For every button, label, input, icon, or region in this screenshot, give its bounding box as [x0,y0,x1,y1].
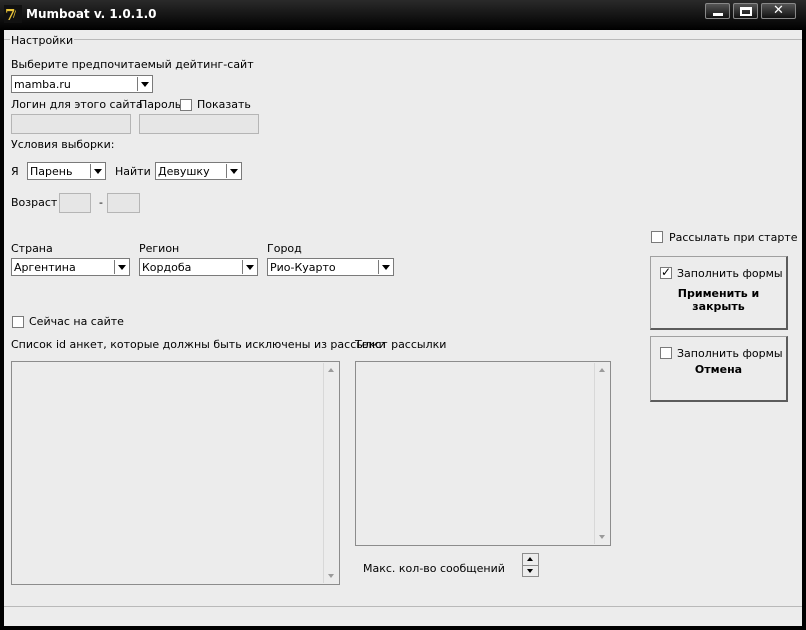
scroll-down-icon[interactable] [328,574,334,578]
online-now-label: Сейчас на сайте [29,315,124,328]
spin-divider [523,565,538,566]
minimize-button[interactable] [705,3,730,19]
find-gender-value: Девушку [158,165,210,178]
apply-and-close-button[interactable]: Заполнить формы Применить и закрыть [650,256,788,330]
exclude-list-scrollbar[interactable] [323,363,338,583]
scroll-up-icon[interactable] [328,368,334,372]
close-button[interactable]: ✕ [761,3,796,19]
scroll-up-icon[interactable] [599,368,605,372]
maximize-button[interactable] [733,3,758,19]
close-icon: ✕ [773,3,784,18]
cancel-fill-forms-checkbox[interactable] [660,347,672,359]
conditions-label: Условия выборки: [11,138,115,151]
spin-down-icon[interactable] [527,569,533,573]
apply-and-close-label: Применить и закрыть [677,287,760,313]
chevron-down-icon[interactable] [226,164,240,178]
i-label: Я [11,165,19,178]
scroll-down-icon[interactable] [599,535,605,539]
maximize-icon [740,7,752,16]
chevron-down-icon[interactable] [242,260,256,274]
site-label: Выберите предпочитаемый дейтинг-сайт [11,58,254,71]
exclude-list-textarea[interactable] [11,361,340,585]
minimize-icon [713,13,723,16]
send-on-start-checkbox[interactable] [651,231,663,243]
age-dash: - [99,196,103,209]
spin-up-icon[interactable] [527,557,533,561]
country-value: Аргентина [14,261,76,274]
online-now-checkbox[interactable] [12,316,24,328]
chevron-down-icon[interactable] [90,164,104,178]
message-scrollbar[interactable] [594,363,609,544]
apply-fill-forms-checkbox[interactable] [660,265,672,279]
site-select[interactable]: mamba.ru [11,75,153,93]
chevron-down-icon[interactable] [114,260,128,274]
city-select[interactable]: Рио-Куарто [267,258,394,276]
city-label: Город [267,242,302,255]
window-title: Mumboat v. 1.0.1.0 [26,7,157,21]
login-field[interactable] [11,114,131,134]
site-select-value: mamba.ru [14,78,71,91]
settings-group-title: Настройки [10,34,75,47]
city-value: Рио-Куарто [270,261,336,274]
exclude-list-label: Список id анкет, которые должны быть иск… [11,338,386,351]
message-textarea[interactable] [355,361,611,546]
cancel-fill-forms-label: Заполнить формы [677,347,783,360]
show-password-label: Показать [197,98,251,111]
apply-fill-forms-label: Заполнить формы [677,267,783,280]
max-messages-label: Макс. кол-во сообщений [363,562,505,575]
age-label: Возраст [11,196,58,209]
chevron-down-icon[interactable] [137,77,151,91]
find-label: Найти [115,165,151,178]
login-label: Логин для этого сайта [11,98,143,111]
age-from-field[interactable] [59,193,91,213]
i-gender-value: Парень [30,165,73,178]
cancel-label: Отмена [694,363,743,376]
region-value: Кордоба [142,261,192,274]
send-on-start-label: Рассылать при старте [669,231,798,244]
i-gender-select[interactable]: Парень [27,162,106,180]
find-gender-select[interactable]: Девушку [155,162,242,180]
region-label: Регион [139,242,180,255]
password-label: Пароль [139,98,182,111]
region-select[interactable]: Кордоба [139,258,258,276]
max-messages-spinner[interactable] [522,553,539,577]
country-select[interactable]: Аргентина [11,258,130,276]
app-logo-icon: 7 / [4,5,22,23]
cancel-button[interactable]: Заполнить формы Отмена [650,336,788,402]
age-to-field[interactable] [107,193,140,213]
chevron-down-icon[interactable] [378,260,392,274]
show-password-checkbox[interactable] [180,99,192,111]
status-bar [4,606,802,626]
password-field[interactable] [139,114,259,134]
country-label: Страна [11,242,53,255]
message-text-label: Текст рассылки [355,338,447,351]
